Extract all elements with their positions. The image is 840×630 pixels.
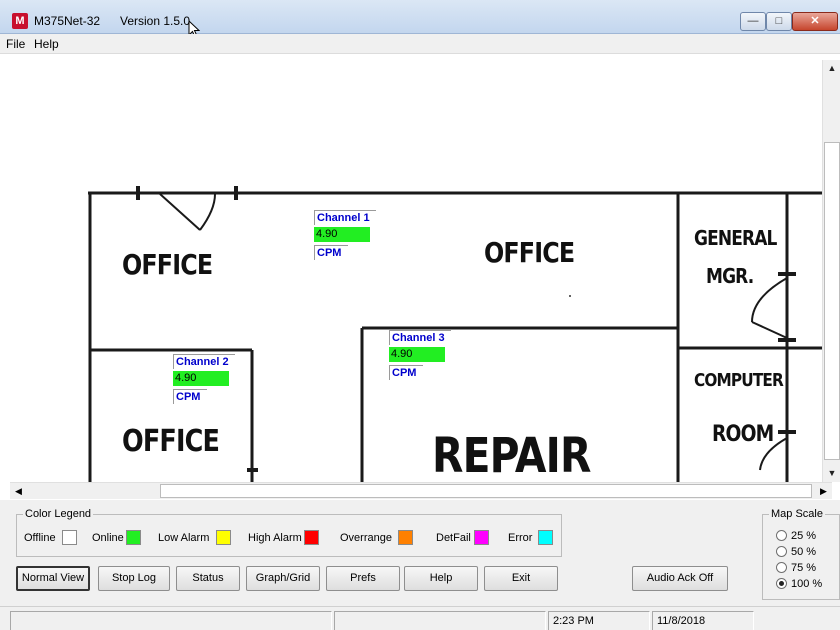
channel-unit: CPM — [173, 389, 207, 404]
scroll-right-icon[interactable]: ▶ — [815, 483, 832, 500]
channel-name: Channel 3 — [389, 330, 451, 345]
channel-value: 4.90 — [173, 371, 229, 386]
radio-selected-icon[interactable] — [776, 578, 787, 589]
radio-icon[interactable] — [776, 530, 787, 541]
menu-bar: File Help — [0, 34, 840, 54]
scroll-up-icon[interactable]: ▲ — [823, 60, 840, 77]
close-button[interactable]: ✕ — [792, 12, 838, 31]
window-title: M375Net-32 — [34, 14, 101, 28]
legend-swatch-detfail — [474, 530, 489, 545]
vertical-scroll-thumb[interactable] — [824, 142, 840, 460]
legend-label: Online — [92, 532, 124, 544]
minimize-button[interactable]: — — [740, 12, 766, 31]
horizontal-scrollbar[interactable]: ◀ ▶ — [10, 482, 832, 499]
room-label: GENERAL — [694, 226, 777, 250]
window-version: Version 1.5.0 — [120, 14, 191, 28]
channel-3[interactable]: Channel 3 4.90 CPM — [389, 330, 451, 380]
radio-icon[interactable] — [776, 546, 787, 557]
legend-label: High Alarm — [248, 532, 302, 544]
legend-label: Offline — [24, 532, 56, 544]
scroll-down-icon[interactable]: ▼ — [823, 465, 840, 482]
room-label: COMPUTER — [694, 370, 784, 391]
scale-option-25[interactable]: 25 % — [776, 530, 816, 544]
prefs-button[interactable]: Prefs — [326, 566, 400, 591]
channel-1[interactable]: Channel 1 4.90 CPM — [314, 210, 376, 260]
legend-swatch-overrange — [398, 530, 413, 545]
scroll-left-icon[interactable]: ◀ — [10, 483, 27, 500]
menu-help[interactable]: Help — [34, 37, 59, 51]
legend-swatch-error — [538, 530, 553, 545]
room-label: MGR. — [706, 264, 754, 288]
exit-button[interactable]: Exit — [484, 566, 558, 591]
channel-unit: CPM — [389, 365, 423, 380]
legend-swatch-low-alarm — [216, 530, 231, 545]
horizontal-scroll-thumb[interactable] — [160, 484, 812, 498]
status-time: 2:23 PM — [548, 611, 650, 630]
channel-name: Channel 2 — [173, 354, 235, 369]
channel-value: 4.90 — [314, 227, 370, 242]
scale-option-75[interactable]: 75 % — [776, 562, 816, 576]
room-label: ROOM — [712, 422, 774, 447]
status-cell-2 — [334, 611, 546, 630]
floor-plan-map[interactable]: OFFICE OFFICE GENERAL MGR. COMPUTER ROOM… — [10, 60, 822, 482]
channel-name: Channel 1 — [314, 210, 376, 225]
room-label: OFFICE — [122, 248, 213, 281]
room-label: REPAIR — [432, 428, 591, 482]
scale-option-50[interactable]: 50 % — [776, 546, 816, 560]
channel-unit: CPM — [314, 245, 348, 260]
scale-option-100[interactable]: 100 % — [776, 578, 822, 592]
legend-swatch-offline — [62, 530, 77, 545]
map-scale-title: Map Scale — [771, 508, 823, 520]
status-date: 11/8/2018 — [652, 611, 754, 630]
room-label: OFFICE — [122, 424, 220, 459]
legend-swatch-high-alarm — [304, 530, 319, 545]
vertical-scrollbar[interactable]: ▲ ▼ — [822, 60, 840, 482]
maximize-button[interactable]: □ — [766, 12, 792, 31]
status-bar: 2:23 PM 11/8/2018 — [0, 606, 840, 630]
status-cell-1 — [10, 611, 332, 630]
legend-label: Low Alarm — [158, 532, 210, 544]
radio-icon[interactable] — [776, 562, 787, 573]
audio-ack-button[interactable]: Audio Ack Off — [632, 566, 728, 591]
app-icon: M — [12, 13, 28, 29]
stop-log-button[interactable]: Stop Log — [98, 566, 170, 591]
legend-label: Overrange — [340, 532, 392, 544]
status-button[interactable]: Status — [176, 566, 240, 591]
legend-label: DetFail — [436, 532, 471, 544]
title-bar: M M375Net-32 Version 1.5.0 — □ ✕ — [0, 0, 840, 38]
menu-file[interactable]: File — [6, 37, 25, 51]
channel-value: 4.90 — [389, 347, 445, 362]
color-legend-title: Color Legend — [25, 508, 92, 520]
legend-label: Error — [508, 532, 533, 544]
channel-2[interactable]: Channel 2 4.90 CPM — [173, 354, 235, 404]
normal-view-button[interactable]: Normal View — [16, 566, 90, 591]
room-label: OFFICE — [484, 236, 575, 269]
help-button[interactable]: Help — [404, 566, 478, 591]
legend-swatch-online — [126, 530, 141, 545]
graph-grid-button[interactable]: Graph/Grid — [246, 566, 320, 591]
